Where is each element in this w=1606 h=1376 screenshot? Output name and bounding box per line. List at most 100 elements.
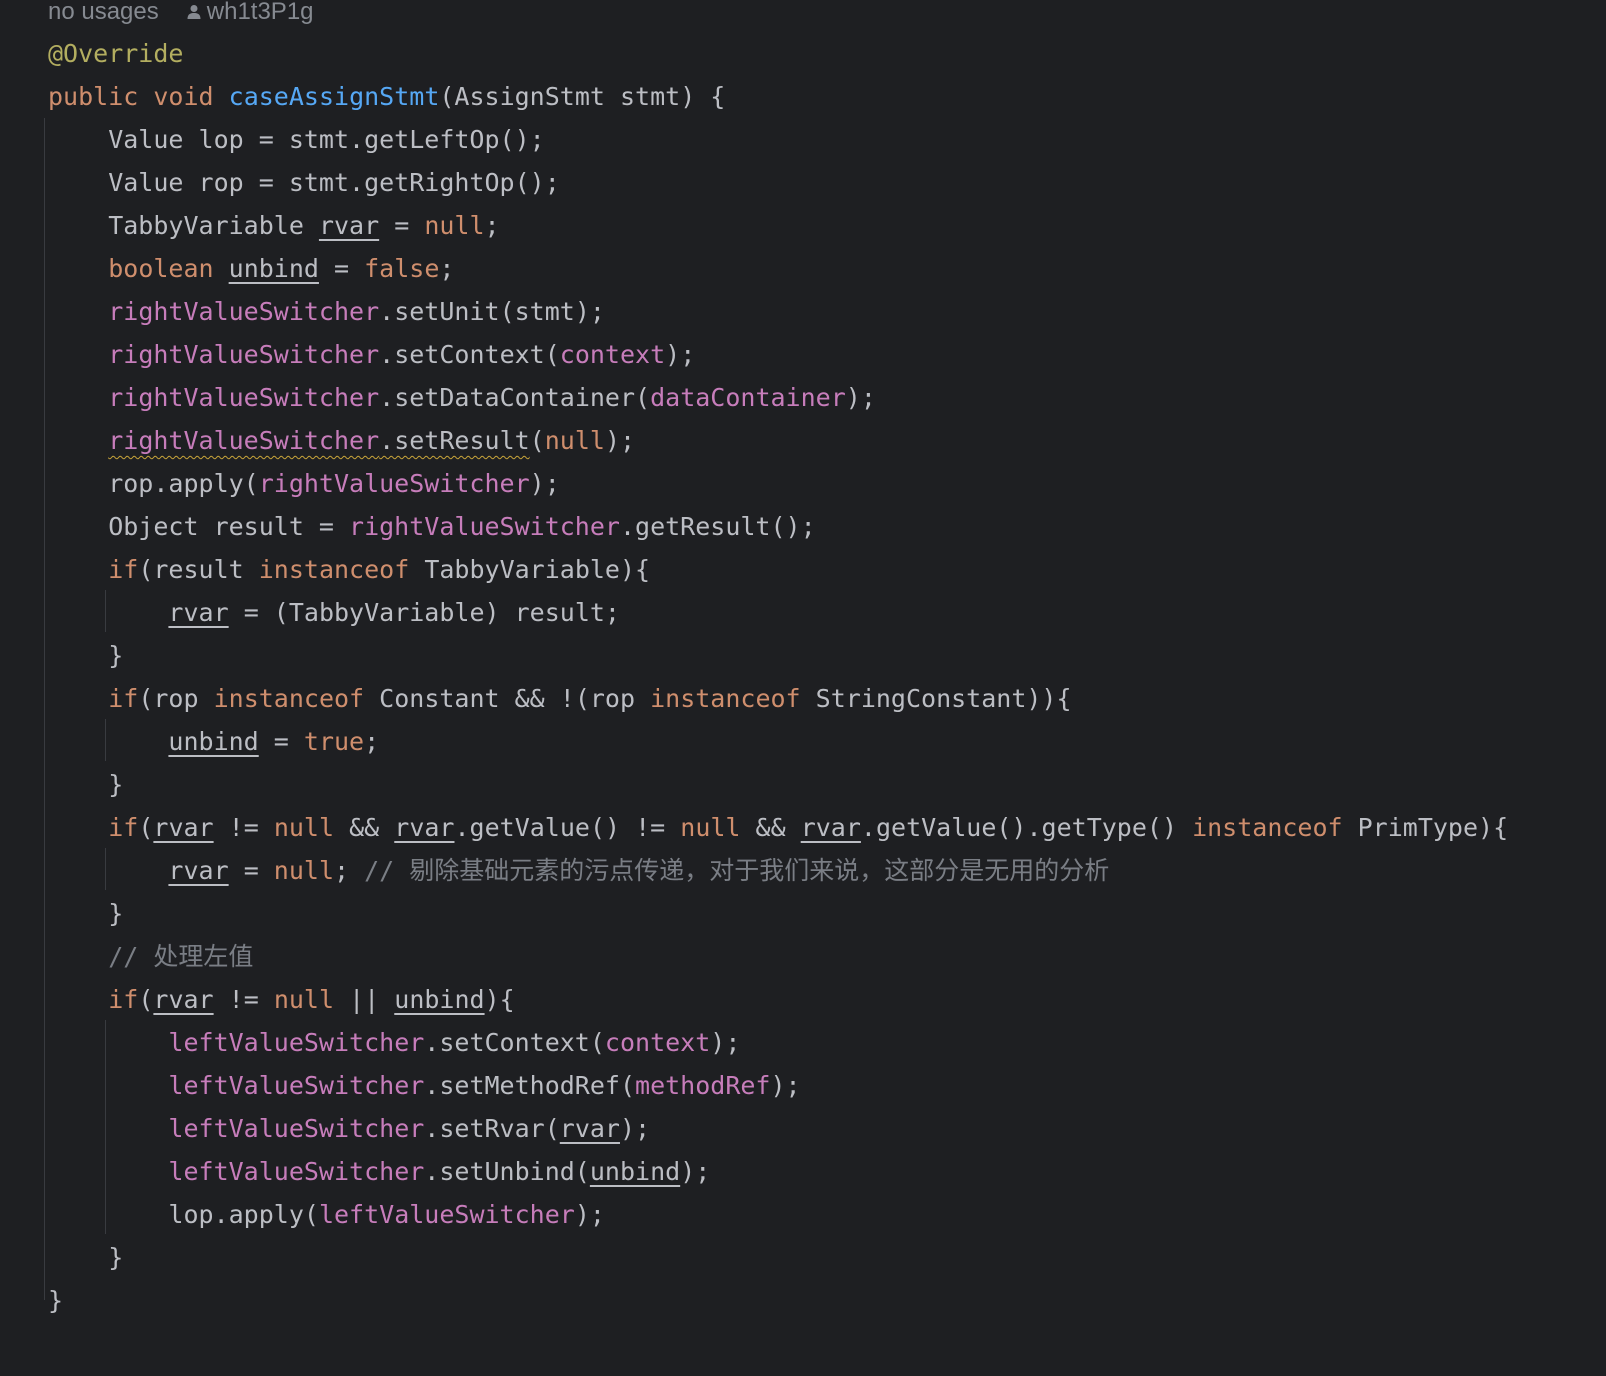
code-line[interactable]: } [48,763,123,807]
code-line[interactable]: } [48,892,123,936]
inlay-hint[interactable]: no usages wh1t3P1g [48,0,314,34]
code-token: void [153,82,214,111]
code-line[interactable]: rightValueSwitcher.setResult(null); [48,419,635,463]
code-token: boolean [108,254,214,283]
code-token: // [364,856,410,885]
code-token: null [273,813,335,842]
code-token: .setUnit(stmt); [379,297,605,326]
code-token: leftValueSwitcher [168,1157,425,1186]
code-token: = [258,727,304,756]
code-line[interactable]: if(rvar != null && rvar.getValue() != nu… [48,806,1508,850]
code-line[interactable]: @Override [48,32,183,76]
indent-guide [44,118,45,1300]
code-token: public [48,82,139,111]
code-line[interactable]: Object result = rightValueSwitcher.getRe… [48,505,816,549]
code-token: (AssignStmt stmt) { [439,82,726,111]
code-token: ); [619,1114,651,1143]
code-line[interactable]: lop.apply(leftValueSwitcher); [48,1193,605,1237]
code-token: .setUnbind( [424,1157,590,1186]
code-token: ); [574,1200,605,1229]
code-line[interactable]: leftValueSwitcher.setRvar(rvar); [48,1107,650,1151]
code-token: ; [484,211,500,240]
code-token: rvar [153,813,214,842]
code-line[interactable]: Value rop = stmt.getRightOp(); [48,161,560,205]
code-line[interactable]: rightValueSwitcher.setContext(context); [48,333,695,377]
code-token: if [108,985,139,1014]
code-line[interactable]: leftValueSwitcher.setUnbind(unbind); [48,1150,710,1194]
code-token: ; [334,856,365,885]
code-token: rightValueSwitcher [108,297,380,326]
code-token: // [108,942,154,971]
code-token: .getValue().getType() [860,813,1193,842]
code-token: = [318,254,365,283]
code-token: rvar [168,856,229,885]
code-token: if [108,813,139,842]
code-line[interactable]: public void caseAssignStmt(AssignStmt st… [48,75,725,119]
code-token: instanceof [213,684,365,713]
code-line[interactable]: if(rvar != null || unbind){ [48,978,515,1022]
code-token: && [740,813,801,842]
code-token: if [108,684,139,713]
code-token: ); [770,1071,801,1100]
code-token: 处理左值 [153,942,254,971]
code-token: TabbyVariable [48,211,319,240]
code-token: .getResult(); [619,512,816,541]
code-line[interactable]: } [48,1236,123,1280]
code-line[interactable]: unbind = true; [48,720,379,764]
code-token: Constant && !(rop [364,684,651,713]
code-token: ; [364,727,380,756]
code-token: ){ [484,985,515,1014]
code-line[interactable]: if(rop instanceof Constant && !(rop inst… [48,677,1071,721]
code-token: } [48,770,124,799]
code-token: rvar [394,813,455,842]
code-token: PrimType){ [1342,813,1509,842]
code-token: null [544,426,605,455]
usages-hint[interactable]: no usages [48,0,159,25]
code-line[interactable]: rightValueSwitcher.setUnit(stmt); [48,290,605,334]
code-token: .setContext( [379,340,560,369]
code-line[interactable]: leftValueSwitcher.setMethodRef(methodRef… [48,1064,801,1108]
code-token: ); [604,426,636,455]
code-token: .setRvar( [424,1114,560,1143]
code-token: null [680,813,741,842]
code-line[interactable]: leftValueSwitcher.setContext(context); [48,1021,740,1065]
code-line[interactable]: rvar = (TabbyVariable) result; [48,591,620,635]
code-token: = [228,856,274,885]
code-line[interactable]: rightValueSwitcher.setDataContainer(data… [48,376,876,420]
author-hint[interactable]: wh1t3P1g [207,0,314,25]
code-token: ); [845,383,876,412]
code-line[interactable]: // 处理左值 [48,935,253,979]
code-token: } [48,641,124,670]
code-token: ); [529,469,560,498]
code-editor[interactable]: no usages wh1t3P1g @Override public void c… [0,0,1606,1376]
code-token: leftValueSwitcher [318,1200,575,1229]
code-token: context [604,1028,711,1057]
code-token: (result [138,555,259,584]
code-token: unbind [168,727,259,756]
code-line[interactable]: } [48,1279,63,1323]
code-token: ); [665,340,696,369]
code-line[interactable]: rvar = null; // 剔除基础元素的污点传递，对于我们来说，这部分是无… [48,849,1109,893]
code-token: dataContainer [650,383,846,412]
code-line[interactable]: TabbyVariable rvar = null; [48,204,500,248]
code-token: Object result = [48,512,350,541]
code-token: instanceof [258,555,410,584]
code-token: unbind [228,254,319,283]
code-line[interactable]: } [48,634,123,678]
user-icon [187,5,201,19]
code-token: null [424,211,485,240]
code-line[interactable]: Value lop = stmt.getLeftOp(); [48,118,545,162]
code-token: instanceof [650,684,801,713]
code-line[interactable]: rop.apply(rightValueSwitcher); [48,462,560,506]
code-token: unbind [394,985,485,1014]
code-line[interactable]: if(result instanceof TabbyVariable){ [48,548,650,592]
code-line[interactable]: boolean unbind = false; [48,247,454,291]
